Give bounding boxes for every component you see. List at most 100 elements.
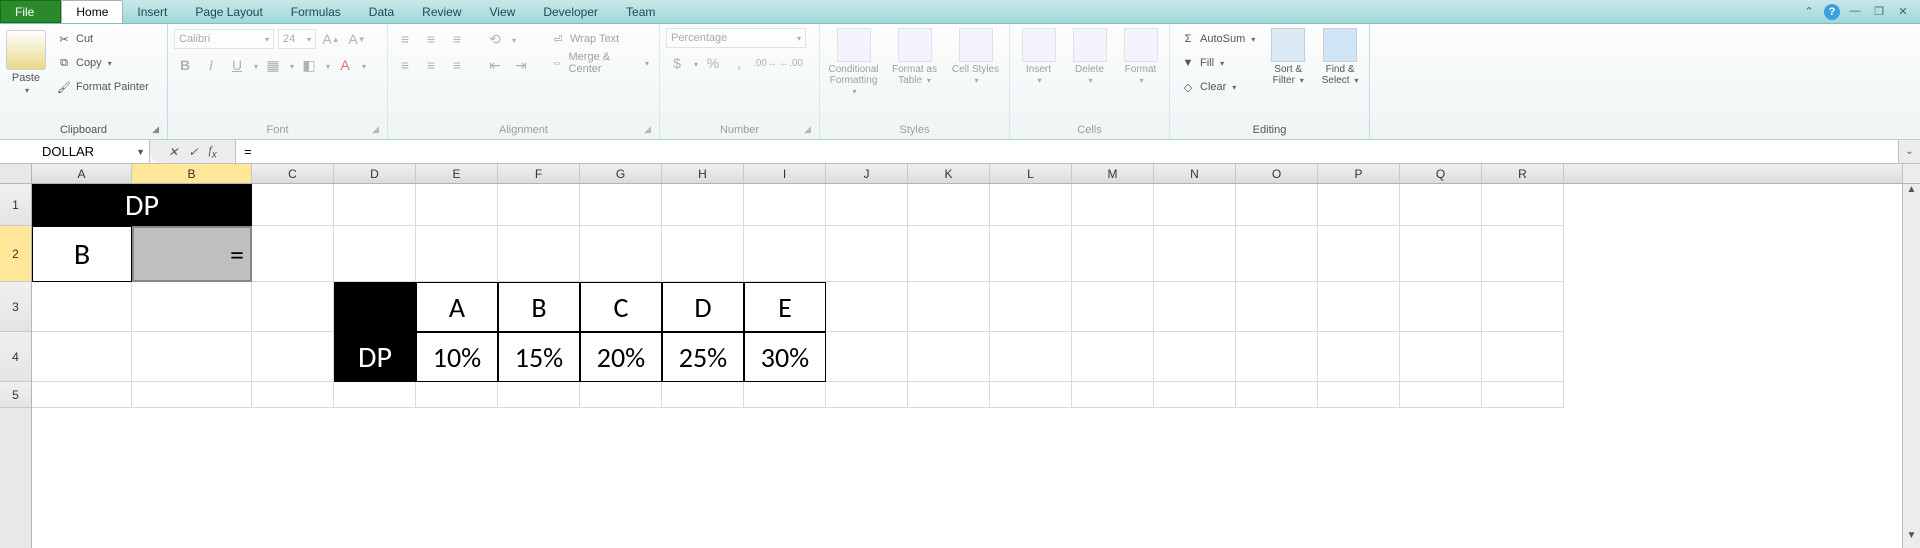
fill-color-button[interactable]: ◧ bbox=[298, 54, 320, 76]
cell-B2-editing[interactable]: = bbox=[132, 226, 252, 282]
fill-button[interactable]: ▼Fill bbox=[1176, 52, 1259, 74]
formula-input[interactable]: = bbox=[236, 140, 1898, 163]
name-box[interactable]: DOLLAR▼ bbox=[0, 140, 150, 163]
font-size-select[interactable]: 24 bbox=[278, 29, 316, 49]
dialog-launcher-icon[interactable]: ◢ bbox=[372, 124, 379, 135]
col-header-O[interactable]: O bbox=[1236, 164, 1318, 183]
conditional-formatting-button[interactable]: Conditional Formatting bbox=[826, 28, 881, 97]
col-header-F[interactable]: F bbox=[498, 164, 580, 183]
col-header-B[interactable]: B bbox=[132, 164, 252, 183]
align-top-button[interactable]: ≡ bbox=[394, 28, 416, 50]
cell-A1[interactable]: DP bbox=[32, 184, 252, 226]
row-header-3[interactable]: 3 bbox=[0, 282, 31, 332]
accounting-format-button[interactable]: $ bbox=[666, 52, 688, 74]
window-close-icon[interactable]: ✕ bbox=[1894, 5, 1912, 19]
decrease-indent-button[interactable]: ⇤ bbox=[484, 54, 506, 76]
dialog-launcher-icon[interactable]: ◢ bbox=[644, 124, 651, 135]
find-select-button[interactable]: Find & Select bbox=[1317, 28, 1363, 86]
dialog-launcher-icon[interactable]: ◢ bbox=[804, 124, 811, 135]
cell-D4[interactable]: DP bbox=[334, 332, 416, 382]
cell-F3[interactable]: B bbox=[498, 282, 580, 332]
align-center-button[interactable]: ≡ bbox=[420, 54, 442, 76]
col-header-H[interactable]: H bbox=[662, 164, 744, 183]
tab-page-layout[interactable]: Page Layout bbox=[181, 0, 276, 23]
borders-button[interactable]: ▦ bbox=[262, 54, 284, 76]
cell-H4[interactable]: 25% bbox=[662, 332, 744, 382]
chevron-down-icon[interactable] bbox=[360, 56, 366, 74]
cell-E3[interactable]: A bbox=[416, 282, 498, 332]
tab-formulas[interactable]: Formulas bbox=[277, 0, 355, 23]
increase-indent-button[interactable]: ⇥ bbox=[510, 54, 532, 76]
chevron-down-icon[interactable] bbox=[288, 56, 294, 74]
select-all-corner[interactable] bbox=[0, 164, 32, 184]
cell-styles-button[interactable]: Cell Styles bbox=[948, 28, 1003, 86]
cell-G4[interactable]: 20% bbox=[580, 332, 662, 382]
format-painter-button[interactable]: 🖌Format Painter bbox=[52, 76, 153, 98]
grow-font-button[interactable]: A▲ bbox=[320, 28, 342, 50]
tab-data[interactable]: Data bbox=[355, 0, 408, 23]
cancel-formula-icon[interactable]: ✕ bbox=[168, 145, 178, 159]
tab-view[interactable]: View bbox=[476, 0, 530, 23]
orientation-button[interactable]: ⟲ bbox=[484, 28, 506, 50]
number-format-select[interactable]: Percentage bbox=[666, 28, 806, 48]
ribbon-minimize-icon[interactable]: ⌃ bbox=[1800, 5, 1818, 19]
percent-format-button[interactable]: % bbox=[702, 52, 724, 74]
clear-button[interactable]: ◇Clear bbox=[1176, 76, 1259, 98]
col-header-L[interactable]: L bbox=[990, 164, 1072, 183]
col-header-J[interactable]: J bbox=[826, 164, 908, 183]
insert-cells-button[interactable]: Insert bbox=[1016, 28, 1061, 86]
underline-button[interactable]: U bbox=[226, 54, 248, 76]
fx-icon[interactable]: fx bbox=[208, 143, 216, 160]
vertical-scrollbar[interactable]: ▲ ▼ bbox=[1902, 184, 1920, 548]
tab-team[interactable]: Team bbox=[612, 0, 669, 23]
col-header-A[interactable]: A bbox=[32, 164, 132, 183]
cell-E4[interactable]: 10% bbox=[416, 332, 498, 382]
copy-button[interactable]: ⧉Copy bbox=[52, 52, 153, 74]
cell-F4[interactable]: 15% bbox=[498, 332, 580, 382]
merge-center-button[interactable]: ⇔Merge & Center bbox=[546, 52, 653, 74]
cell-I3[interactable]: E bbox=[744, 282, 826, 332]
chevron-down-icon[interactable] bbox=[510, 30, 516, 48]
decrease-decimal-button[interactable]: ←.00 bbox=[780, 52, 802, 74]
col-header-Q[interactable]: Q bbox=[1400, 164, 1482, 183]
col-header-D[interactable]: D bbox=[334, 164, 416, 183]
col-header-N[interactable]: N bbox=[1154, 164, 1236, 183]
shrink-font-button[interactable]: A▼ bbox=[346, 28, 368, 50]
chevron-down-icon[interactable]: ▼ bbox=[136, 147, 145, 157]
sort-filter-button[interactable]: Sort & Filter bbox=[1265, 28, 1311, 86]
tab-file[interactable]: File bbox=[0, 0, 61, 23]
align-left-button[interactable]: ≡ bbox=[394, 54, 416, 76]
cell-A2[interactable]: B bbox=[32, 226, 132, 282]
col-header-C[interactable]: C bbox=[252, 164, 334, 183]
tab-review[interactable]: Review bbox=[408, 0, 475, 23]
col-header-K[interactable]: K bbox=[908, 164, 990, 183]
scroll-up-button[interactable]: ▲ bbox=[1903, 184, 1920, 202]
italic-button[interactable]: I bbox=[200, 54, 222, 76]
font-color-button[interactable]: A bbox=[334, 54, 356, 76]
window-minimize-icon[interactable]: — bbox=[1846, 5, 1864, 19]
cell-H3[interactable]: D bbox=[662, 282, 744, 332]
align-middle-button[interactable]: ≡ bbox=[420, 28, 442, 50]
col-header-G[interactable]: G bbox=[580, 164, 662, 183]
bold-button[interactable]: B bbox=[174, 54, 196, 76]
worksheet-grid[interactable]: DPB=DPABCDE10%15%20%25%30% bbox=[32, 184, 1902, 548]
row-header-1[interactable]: 1 bbox=[0, 184, 31, 226]
comma-format-button[interactable]: , bbox=[728, 52, 750, 74]
scroll-track[interactable] bbox=[1903, 202, 1920, 530]
col-header-P[interactable]: P bbox=[1318, 164, 1400, 183]
cell-G3[interactable]: C bbox=[580, 282, 662, 332]
row-header-4[interactable]: 4 bbox=[0, 332, 31, 382]
align-right-button[interactable]: ≡ bbox=[446, 54, 468, 76]
chevron-down-icon[interactable] bbox=[252, 56, 258, 74]
col-header-R[interactable]: R bbox=[1482, 164, 1564, 183]
font-name-select[interactable]: Calibri bbox=[174, 29, 274, 49]
window-restore-icon[interactable]: ❐ bbox=[1870, 5, 1888, 19]
tab-home[interactable]: Home bbox=[61, 0, 123, 23]
formula-expand-button[interactable]: ⌄ bbox=[1898, 140, 1920, 163]
align-bottom-button[interactable]: ≡ bbox=[446, 28, 468, 50]
row-header-5[interactable]: 5 bbox=[0, 382, 31, 408]
col-header-I[interactable]: I bbox=[744, 164, 826, 183]
autosum-button[interactable]: ΣAutoSum bbox=[1176, 28, 1259, 50]
chevron-down-icon[interactable] bbox=[692, 54, 698, 72]
wrap-text-button[interactable]: ⏎Wrap Text bbox=[546, 28, 653, 50]
